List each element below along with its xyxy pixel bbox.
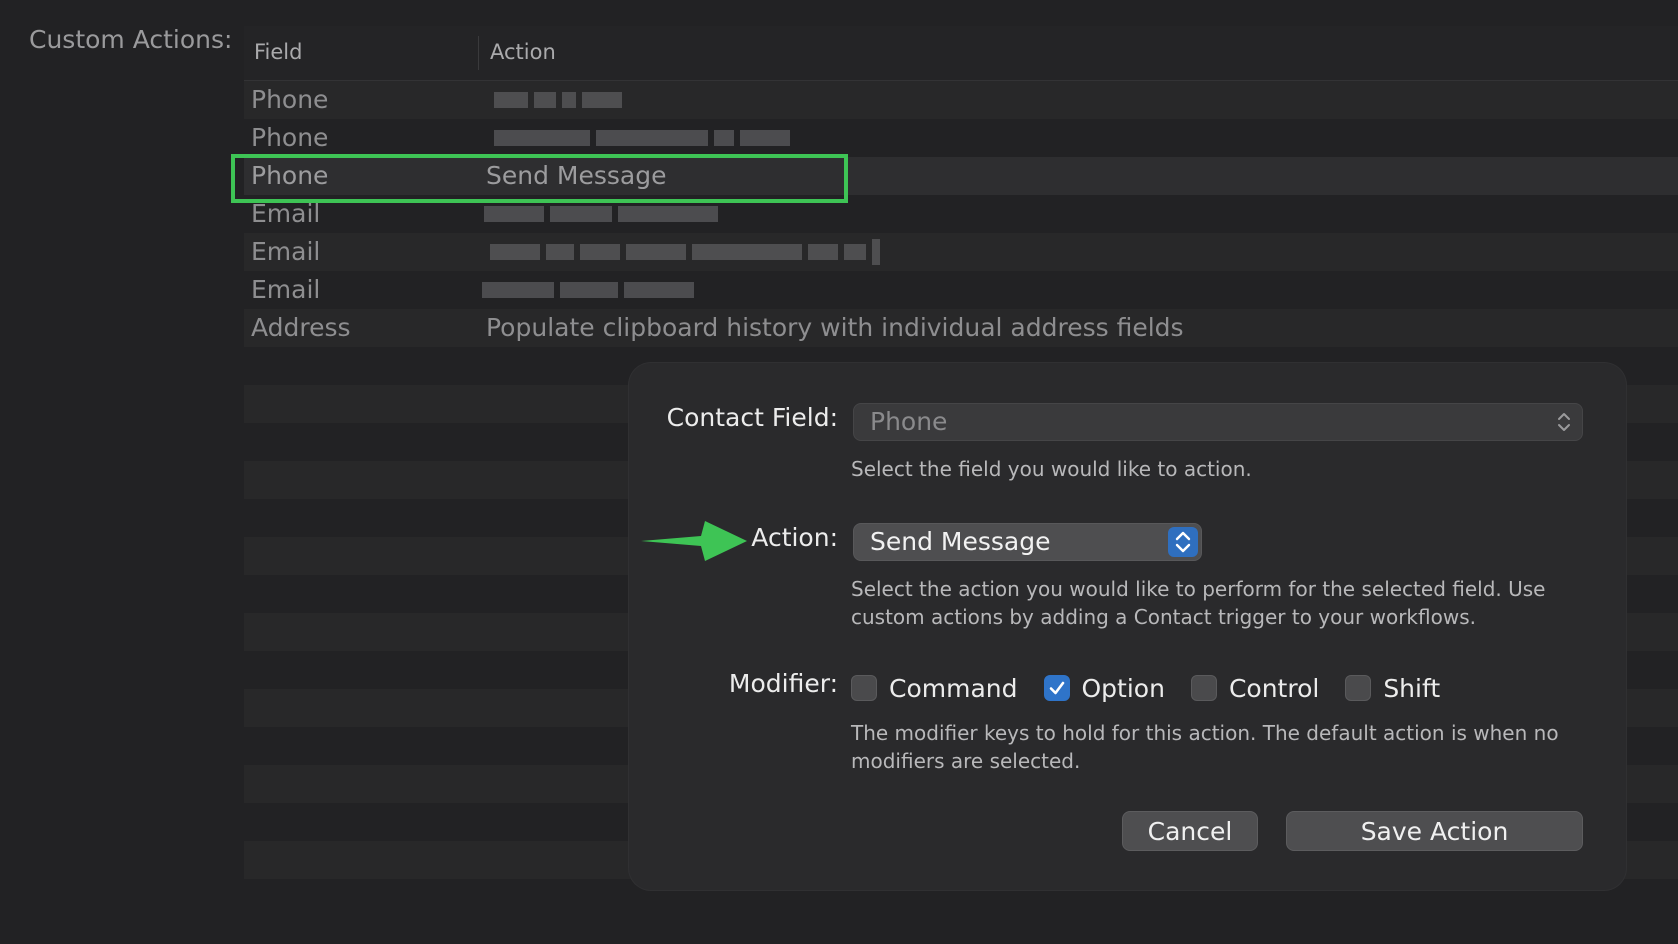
section-label: Custom Actions: xyxy=(29,25,233,54)
table-header: Field Action xyxy=(244,26,1678,81)
action-select[interactable]: Send Message xyxy=(853,523,1202,561)
modifier-checkboxes: Command Option Control Shift xyxy=(851,672,1466,704)
column-divider xyxy=(478,36,479,70)
checkbox-label: Shift xyxy=(1383,673,1441,703)
row-field: Email xyxy=(251,237,321,266)
green-arrow-icon xyxy=(641,521,747,561)
redacted-action xyxy=(484,204,718,224)
redacted-action xyxy=(494,90,622,110)
table-row[interactable]: Email xyxy=(244,271,1678,309)
row-field: Email xyxy=(251,199,321,228)
contact-field-value: Phone xyxy=(870,407,948,436)
contact-field-help: Select the field you would like to actio… xyxy=(851,457,1252,481)
redacted-action xyxy=(490,239,880,265)
table-row[interactable]: Phone xyxy=(244,81,1678,119)
cancel-button[interactable]: Cancel xyxy=(1122,811,1258,851)
up-down-chevron-icon xyxy=(1175,531,1191,553)
redacted-action xyxy=(482,280,694,300)
checkbox-box[interactable] xyxy=(1345,675,1372,701)
modifier-control-checkbox[interactable]: Control xyxy=(1190,673,1320,703)
table-row[interactable]: Email xyxy=(244,233,1678,271)
modifier-shift-checkbox[interactable]: Shift xyxy=(1345,674,1440,703)
table-row[interactable]: Phone xyxy=(244,119,1678,157)
row-field: Address xyxy=(251,313,351,342)
save-action-button[interactable]: Save Action xyxy=(1286,811,1583,851)
checkbox-box[interactable] xyxy=(1190,675,1217,701)
modifier-label: Modifier: xyxy=(728,669,838,698)
column-header-field[interactable]: Field xyxy=(254,40,302,64)
action-stepper xyxy=(1168,527,1198,557)
redacted-action xyxy=(494,128,790,148)
row-field: Email xyxy=(251,275,321,304)
checkbox-box[interactable] xyxy=(851,675,877,701)
row-field: Phone xyxy=(251,85,329,114)
column-header-action[interactable]: Action xyxy=(490,40,556,64)
table-row[interactable]: Address Populate clipboard history with … xyxy=(244,309,1678,347)
action-label: Action: xyxy=(751,523,838,552)
checkmark-icon xyxy=(1049,681,1064,695)
selected-row-highlight xyxy=(231,154,848,203)
action-help: Select the action you would like to perf… xyxy=(851,577,1546,629)
checkbox-label: Option xyxy=(1081,673,1165,703)
modifier-option-checkbox[interactable]: Option xyxy=(1043,673,1165,703)
edit-action-sheet: Contact Field: Phone Select the field yo… xyxy=(629,363,1626,890)
modifier-help: The modifier keys to hold for this actio… xyxy=(851,721,1559,773)
row-action: Populate clipboard history with individu… xyxy=(486,313,1184,342)
checkbox-label: Control xyxy=(1228,673,1320,703)
modifier-command-checkbox[interactable]: Command xyxy=(851,674,1018,703)
checkbox-label: Command xyxy=(889,673,1018,703)
action-value: Send Message xyxy=(870,527,1051,556)
contact-field-select[interactable]: Phone xyxy=(853,403,1583,441)
checkbox-box[interactable] xyxy=(1043,675,1070,701)
row-field: Phone xyxy=(251,123,329,152)
contact-field-label: Contact Field: xyxy=(666,403,838,432)
up-down-chevron-icon xyxy=(1558,413,1570,431)
